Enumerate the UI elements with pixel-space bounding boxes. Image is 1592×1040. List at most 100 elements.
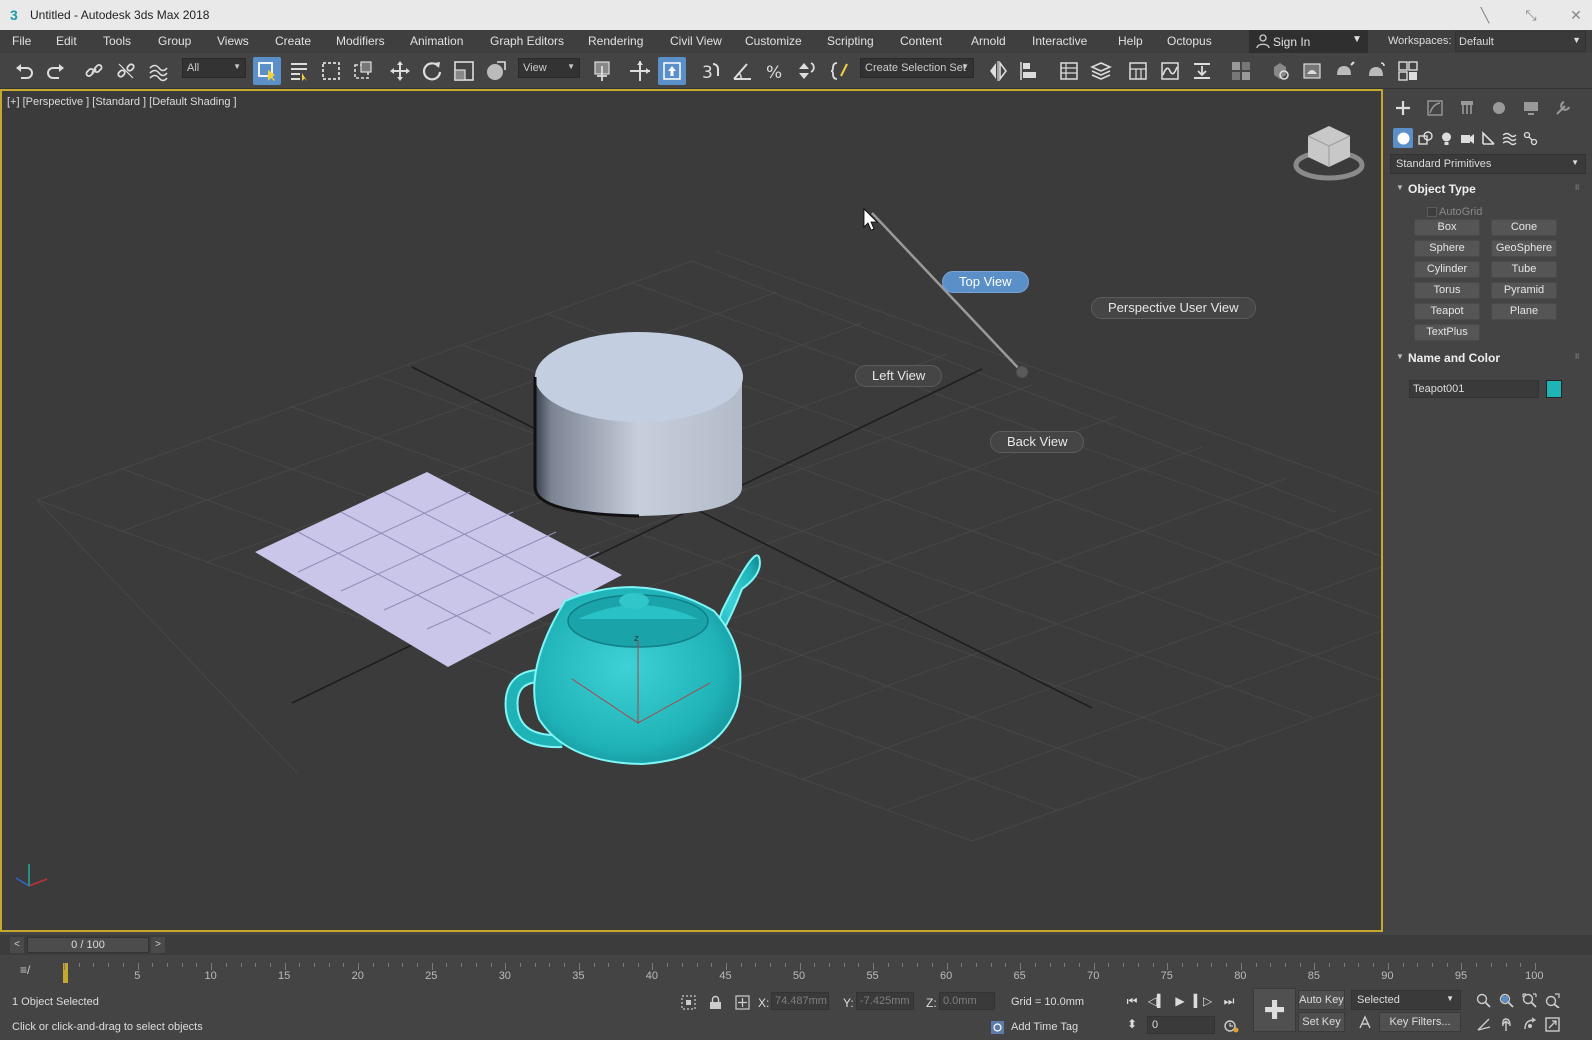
menu-tools[interactable]: Tools [103,34,131,48]
object-type-rollout-header[interactable]: ▼ Object Type ⠿ [1390,179,1586,199]
schematic-view-icon[interactable] [1188,57,1216,85]
autogrid-checkbox[interactable]: AutoGrid [1427,206,1482,218]
play-icon[interactable]: ▶ [1170,992,1190,1010]
rendered-frame-window-icon[interactable] [1298,57,1326,85]
set-keys-icon[interactable]: ✚ [1253,988,1296,1032]
named-selection-set-dropdown[interactable]: Create Selection Set ▼ [860,58,974,78]
auto-key-button[interactable]: Auto Key [1298,990,1345,1010]
zoom-icon[interactable] [1474,991,1492,1009]
pyramid-button[interactable]: Pyramid [1491,282,1557,299]
render-setup-icon[interactable] [1266,57,1294,85]
mini-curve-editor-icon[interactable]: ≡/ [20,963,30,977]
align-icon[interactable] [1016,57,1044,85]
menu-animation[interactable]: Animation [410,34,463,48]
absolute-offset-mode-icon[interactable] [733,993,751,1011]
minimize-icon[interactable]: ╲ [1470,4,1500,26]
select-and-place-icon[interactable] [482,57,510,85]
maximize-icon[interactable]: ⤡ [1516,4,1546,26]
key-filter-icon[interactable] [1356,1013,1374,1031]
keyboard-shortcut-override-icon[interactable] [658,57,686,85]
hierarchy-tab-icon[interactable] [1455,97,1479,119]
add-time-tag-button[interactable]: Add Time Tag [1011,1021,1078,1033]
object-name-input[interactable]: Teapot001 [1409,380,1539,398]
menu-interactive[interactable]: Interactive [1032,34,1087,48]
maximize-viewport-icon[interactable] [1543,1015,1561,1033]
orbit-icon[interactable] [1520,1015,1538,1033]
rotate-icon[interactable] [418,57,446,85]
primitive-category-dropdown[interactable]: Standard Primitives ▼ [1390,154,1586,174]
geometry-category-icon[interactable] [1393,128,1413,148]
key-mode-dropdown[interactable]: Selected ▼ [1351,990,1461,1010]
sphere-button[interactable]: Sphere [1414,240,1480,257]
zoom-extents-all-icon[interactable] [1543,991,1561,1009]
top-view-button[interactable]: Top View [942,271,1029,293]
current-frame-field[interactable]: 0 [1147,1016,1215,1034]
lock-icon[interactable] [706,993,724,1011]
helpers-category-icon[interactable] [1478,128,1498,148]
teapot-button[interactable]: Teapot [1414,303,1480,320]
viewport-scene[interactable]: z [2,91,1381,930]
time-slider-thumb[interactable]: 0 / 100 [27,937,149,953]
pan-view-icon[interactable] [1497,1015,1515,1033]
utilities-tab-icon[interactable] [1551,97,1575,119]
checkbox-icon[interactable] [1427,207,1437,217]
frame-spinner-icon[interactable]: ⬍ [1122,1015,1142,1033]
cylinder-button[interactable]: Cylinder [1414,261,1480,278]
time-tag-icon[interactable] [988,1018,1006,1036]
time-slider-next-button[interactable]: > [151,937,165,953]
tube-button[interactable]: Tube [1491,261,1557,278]
scale-icon[interactable] [450,57,478,85]
menu-create[interactable]: Create [275,34,311,48]
cylinder-object[interactable] [533,332,743,518]
back-view-button[interactable]: Back View [990,431,1085,453]
selection-filter-dropdown[interactable]: All ▼ [182,58,246,78]
time-configuration-icon[interactable] [1222,1016,1240,1034]
plane-button[interactable]: Plane [1491,303,1557,320]
sign-in-button[interactable]: Sign In ▼ [1249,30,1368,53]
workspaces-select[interactable]: Default ▼ [1455,31,1586,52]
menu-customize[interactable]: Customize [745,34,802,48]
key-filters-button[interactable]: Key Filters... [1379,1012,1461,1032]
spinner-snap-icon[interactable] [792,57,820,85]
menu-rendering[interactable]: Rendering [588,34,643,48]
track-bar[interactable]: ≡/ 5 10 15 20 25 30 35 40 45 50 55 60 65 70 75 80 85 90 95… [0,955,1592,985]
display-tab-icon[interactable] [1519,97,1543,119]
set-key-button[interactable]: Set Key [1298,1012,1345,1032]
menu-arnold[interactable]: Arnold [971,34,1006,48]
space-warps-category-icon[interactable] [1499,128,1519,148]
geosphere-button[interactable]: GeoSphere [1491,240,1557,257]
y-coordinate-field[interactable]: -7.425mm [856,992,914,1010]
selection-lock-axis-icon[interactable] [626,57,654,85]
create-tab-icon[interactable] [1391,97,1415,119]
menu-graph-editors[interactable]: Graph Editors [490,34,564,48]
torus-button[interactable]: Torus [1414,282,1480,299]
lights-category-icon[interactable] [1436,128,1456,148]
perspective-user-view-button[interactable]: Perspective User View [1091,297,1256,319]
menu-group[interactable]: Group [158,34,191,48]
mirror-icon[interactable] [984,57,1012,85]
motion-tab-icon[interactable] [1487,97,1511,119]
select-object-icon[interactable] [253,57,281,85]
x-coordinate-field[interactable]: 74.487mm [771,992,829,1010]
menu-modifiers[interactable]: Modifiers [336,34,385,48]
isolate-selection-icon[interactable] [679,993,697,1011]
snaps-toggle-icon[interactable]: 3 [696,57,724,85]
toggle-ribbon-icon[interactable] [1124,57,1152,85]
menu-edit[interactable]: Edit [56,34,77,48]
menu-civil-view[interactable]: Civil View [670,34,722,48]
time-slider-prev-button[interactable]: < [10,937,24,953]
left-view-button[interactable]: Left View [855,365,943,387]
angle-snap-icon[interactable] [728,57,756,85]
edit-named-selection-icon[interactable] [826,57,854,85]
name-and-color-rollout-header[interactable]: ▼ Name and Color ⠿ [1390,348,1586,368]
cone-button[interactable]: Cone [1491,219,1557,236]
zoom-all-icon[interactable] [1497,991,1515,1009]
undo-icon[interactable] [10,57,38,85]
close-icon[interactable]: ✕ [1561,4,1591,26]
curve-editor-icon[interactable] [1156,57,1184,85]
go-to-end-icon[interactable]: ⏭ [1219,992,1239,1010]
menu-scripting[interactable]: Scripting [827,34,874,48]
reference-coordinate-dropdown[interactable]: View ▼ [518,58,580,78]
layer-explorer-icon[interactable] [1087,57,1115,85]
move-icon[interactable] [386,57,414,85]
